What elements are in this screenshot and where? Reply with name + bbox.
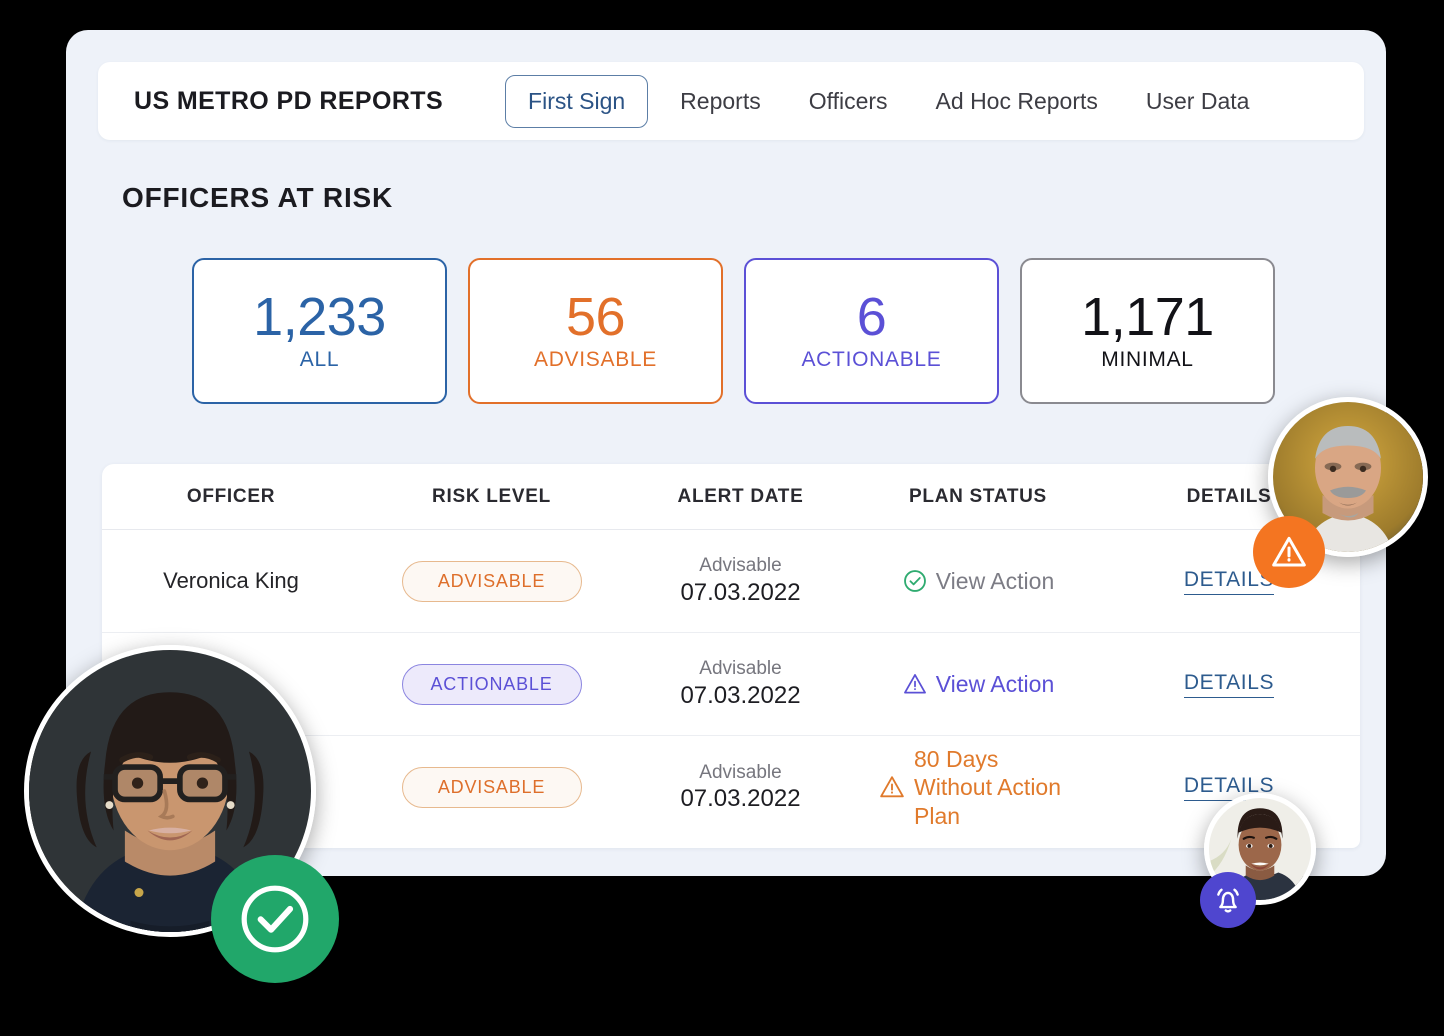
cell-risk-level: ADVISABLE [360,767,623,808]
cell-details: DETAILS [1098,671,1360,698]
bell-badge [1200,872,1256,928]
details-link[interactable]: DETAILS [1183,671,1275,698]
cell-alert-date: Advisable 07.03.2022 [623,554,858,608]
cell-alert-date: Advisable 07.03.2022 [623,657,858,711]
check-badge [211,855,339,983]
officer-name: Veronica King [163,568,299,593]
check-circle-icon [241,885,309,953]
warning-triangle-icon [880,776,904,798]
cell-plan-status: View Action [858,567,1098,595]
table-header-row: OFFICER RISK LEVEL ALERT DATE PLAN STATU… [102,464,1360,530]
stat-card-group: 1,233 ALL 56 ADVISABLE 6 ACTIONABLE 1,17… [192,258,1275,404]
stat-card-actionable[interactable]: 6 ACTIONABLE [744,258,999,404]
column-header-plan-status: PLAN STATUS [909,485,1047,507]
warning-triangle-icon [903,674,926,694]
cell-risk-level: ACTIONABLE [360,663,623,705]
page-title: OFFICERS AT RISK [122,182,394,213]
plan-status-text: View Action [935,670,1055,697]
plan-status-warning[interactable]: 80 Days Without Action Plan [878,745,1078,829]
stat-value-minimal: 1,171 [1081,286,1214,347]
column-header-officer: OFFICER [186,485,276,507]
cell-plan-status: View Action [858,670,1098,698]
cell-details: DETAILS [1098,774,1360,801]
stat-label-actionable: ACTIONABLE [801,348,942,372]
plan-status-text: 80 Days Without Action Plan [914,746,1062,829]
cell-officer: Veronica King [102,568,360,594]
alert-kicker: Advisable [699,761,782,783]
check-circle-icon [903,570,926,592]
warning-badge [1253,516,1325,588]
stat-label-advisable: ADVISABLE [533,348,658,372]
alert-kicker: Advisable [699,555,782,577]
risk-badge-advisable: ADVISABLE [401,767,582,808]
column-header-alert-date: ALERT DATE [677,485,804,507]
tab-user-data[interactable]: User Data [1122,89,1274,113]
risk-badge-actionable: ACTIONABLE [401,663,582,705]
brand-title: US METRO PD REPORTS [134,86,444,115]
cell-plan-status: 80 Days Without Action Plan [858,745,1098,829]
alert-kicker: Advisable [699,658,782,680]
cell-risk-level: ADVISABLE [360,560,623,602]
warning-triangle-icon [1272,536,1306,567]
stat-label-minimal: MINIMAL [1101,348,1194,372]
stat-card-all[interactable]: 1,233 ALL [192,258,447,404]
stat-card-advisable[interactable]: 56 ADVISABLE [468,258,723,404]
plan-status-text: View Action [935,567,1055,594]
stat-label-all: ALL [299,348,340,372]
risk-badge-advisable: ADVISABLE [401,560,582,602]
stat-card-minimal[interactable]: 1,171 MINIMAL [1020,258,1275,404]
plan-status-link[interactable]: View Action [902,567,1054,595]
app-header: US METRO PD REPORTS First Sign Reports O… [98,62,1364,140]
plan-status-link[interactable]: View Action [902,670,1054,698]
main-nav: First Sign Reports Officers Ad Hoc Repor… [505,74,1274,128]
tab-first-sign[interactable]: First Sign [505,74,649,128]
alert-date: 07.03.2022 [680,578,801,606]
cell-details: DETAILS [1098,568,1360,595]
alert-date: 07.03.2022 [680,785,801,813]
table-row[interactable]: Veronica King ADVISABLE Advisable 07.03.… [102,530,1360,633]
tab-reports[interactable]: Reports [656,89,785,113]
alert-date: 07.03.2022 [680,681,801,709]
column-header-risk-level: RISK LEVEL [432,485,551,507]
stat-value-advisable: 56 [565,286,626,347]
stat-value-all: 1,233 [253,286,386,347]
tab-officers[interactable]: Officers [785,89,912,113]
stat-value-actionable: 6 [856,286,887,347]
cell-alert-date: Advisable 07.03.2022 [623,761,858,815]
bell-icon [1217,888,1239,913]
screenshot-root: US METRO PD REPORTS First Sign Reports O… [0,0,1444,1036]
tab-ad-hoc-reports[interactable]: Ad Hoc Reports [912,89,1122,113]
